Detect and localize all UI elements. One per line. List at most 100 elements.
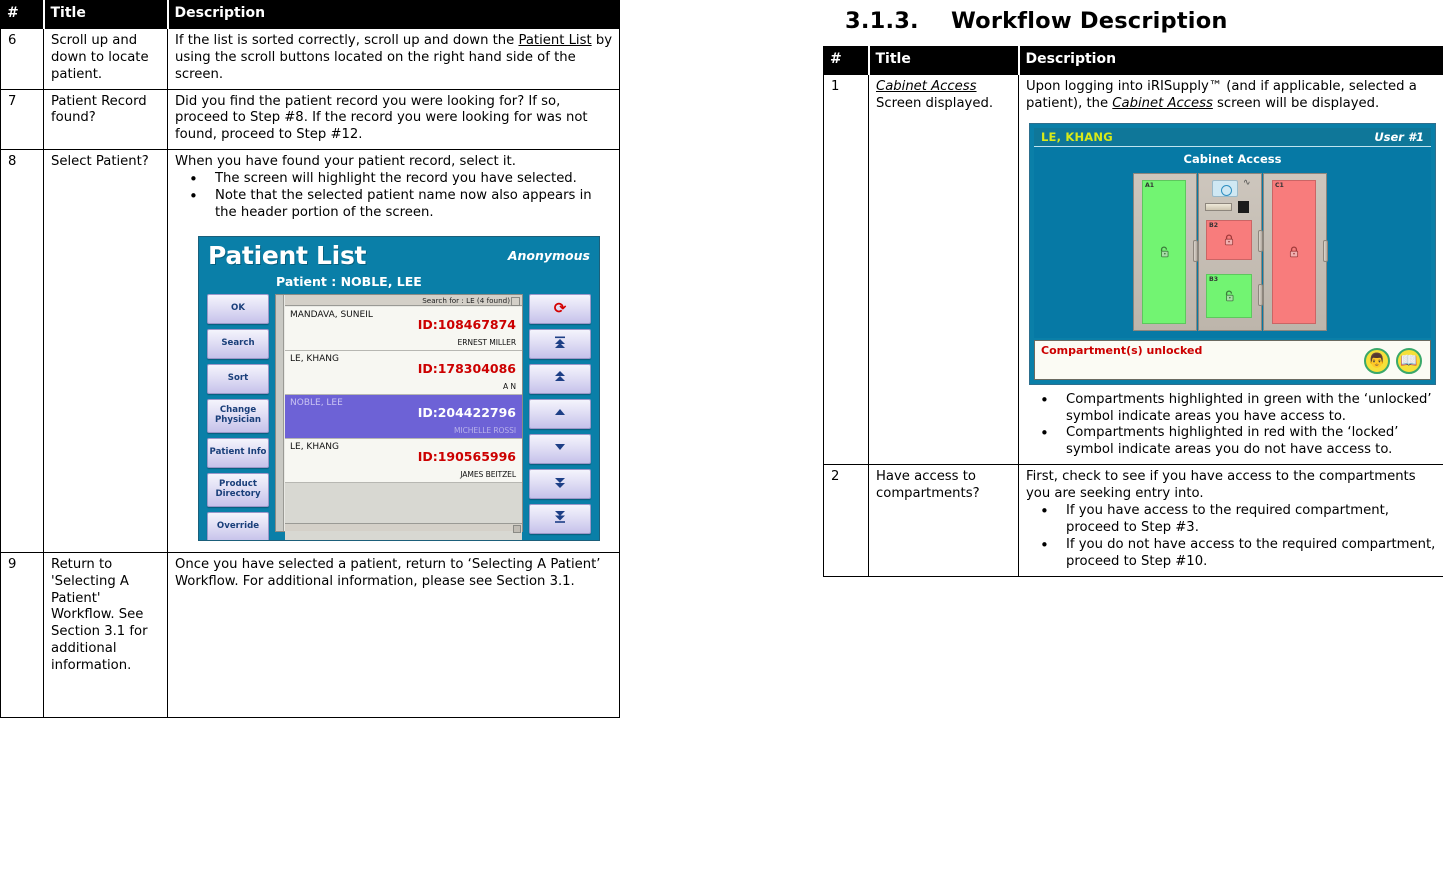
panel-display-icon (1212, 179, 1238, 197)
patient-list-selected-patient: Patient : NOBLE, LEE (276, 273, 422, 289)
compartment-b3[interactable]: B3 (1206, 273, 1252, 318)
cabinet-footer-icons: 👨 📖 (1364, 347, 1422, 374)
patient-physician: A N (503, 382, 516, 392)
patient-id: ID:178304086 (417, 360, 516, 376)
scroll-down-icon (553, 442, 567, 455)
cabinet-user-number: User #1 (1374, 129, 1424, 144)
ok-button[interactable]: OK (207, 293, 269, 324)
row-number: 1 (823, 73, 869, 466)
compartment-label: B3 (1209, 275, 1219, 283)
refresh-button[interactable]: ⟳ (529, 293, 591, 324)
patient-info-button[interactable]: Patient Info (207, 437, 269, 468)
compartment-label: B2 (1209, 221, 1219, 229)
locked-icon (1223, 233, 1236, 246)
compartment-b2[interactable]: B2 (1206, 219, 1252, 260)
scroll-down-button[interactable] (529, 433, 591, 464)
desc-text-pre: If the list is sorted correctly, scroll … (175, 32, 519, 48)
patient-list-panel[interactable]: Search for : LE (4 found) MANDAVA, SUNEI… (275, 293, 523, 540)
patient-row[interactable]: MANDAVA, SUNEIL ID:108467874 ERNEST MILL… (285, 306, 522, 351)
compartment-label: A1 (1145, 181, 1155, 189)
search-button[interactable]: Search (207, 328, 269, 359)
left-workflow-table: # Title Description 6 Scroll up and down… (0, 0, 620, 718)
cabinet-user-name: LE, KHANG (1041, 129, 1113, 144)
unlocked-icon (1223, 289, 1236, 302)
scroll-page-up-icon (553, 370, 567, 387)
compartment-a1[interactable]: A1 (1142, 179, 1186, 324)
list-item: Compartments highlighted in green with t… (1026, 391, 1436, 426)
desc-bullet-list: The screen will highlight the record you… (175, 170, 612, 222)
row-number: 6 (0, 27, 44, 90)
change-physician-button[interactable]: Change Physician (207, 398, 269, 433)
nurse-icon[interactable]: 👨 (1364, 347, 1390, 374)
cabinet-access-reference: Cabinet Access (876, 78, 977, 94)
compartment-c1[interactable]: C1 (1272, 179, 1316, 324)
row-title: Select Patient? (43, 149, 168, 553)
patient-row[interactable]: LE, KHANG ID:190565996 JAMES BEITZEL (285, 438, 522, 483)
cabinet-body: Cabinet Access A1 ∿ B2 B3 C1 (1034, 146, 1431, 338)
patient-list-user-label: Anonymous (507, 247, 590, 263)
desc-bullet-list: If you have access to the required compa… (1026, 502, 1436, 571)
row-number: 7 (0, 88, 44, 151)
locked-icon (1288, 245, 1301, 258)
unlocked-icon (1158, 245, 1171, 258)
document-page: # Title Description 6 Scroll up and down… (0, 0, 1443, 886)
table-row: 1 Cabinet Access Screen displayed. Upon … (823, 73, 1443, 466)
scroll-top-button[interactable] (529, 328, 591, 359)
panel-wave-icon: ∿ (1243, 177, 1251, 188)
row-description: Upon logging into iRISupply™ (and if app… (1018, 73, 1443, 466)
patient-rows: MANDAVA, SUNEIL ID:108467874 ERNEST MILL… (285, 306, 522, 540)
compartment-label: C1 (1275, 181, 1284, 189)
book-icon[interactable]: 📖 (1396, 347, 1422, 374)
patient-name: MANDAVA, SUNEIL (290, 309, 373, 320)
product-directory-button[interactable]: Product Directory (207, 472, 269, 507)
sort-button[interactable]: Sort (207, 363, 269, 394)
row-description: Did you find the patient record you were… (167, 88, 620, 151)
table-header-row: # Title Description (823, 46, 1443, 75)
empty-list-area (285, 482, 522, 540)
table-header-row: # Title Description (0, 0, 620, 29)
desc-bullet-list: Compartments highlighted in green with t… (1026, 391, 1436, 460)
column-header-number: # (0, 0, 45, 29)
list-item: If you have access to the required compa… (1026, 502, 1436, 537)
scroll-up-button[interactable] (529, 398, 591, 429)
row-number: 8 (0, 149, 44, 553)
scroll-up-icon (553, 407, 567, 420)
desc-text-post: screen will be displayed. (1212, 95, 1380, 111)
row-description: Once you have selected a patient, return… (167, 551, 620, 718)
list-item: Compartments highlighted in red with the… (1026, 424, 1436, 459)
horizontal-scrollbar[interactable] (285, 522, 522, 533)
patient-row[interactable]: LE, KHANG ID:178304086 A N (285, 350, 522, 395)
row-description: When you have found your patient record,… (167, 149, 620, 553)
cabinet-diagram: A1 ∿ B2 B3 C1 (1133, 172, 1329, 331)
patient-list-screenshot: Patient List Anonymous Patient : NOBLE, … (198, 235, 600, 541)
patient-name: LE, KHANG (290, 441, 339, 452)
status-badge: Compartment(s) unlocked (1041, 343, 1203, 357)
scroll-page-down-icon (553, 475, 567, 492)
patient-name: NOBLE, LEE (290, 397, 343, 408)
cabinet-access-screenshot: LE, KHANG User #1 Cabinet Access A1 ∿ B2… (1029, 122, 1436, 385)
list-gutter (276, 294, 284, 531)
table-row: 8 Select Patient? When you have found yo… (0, 149, 620, 553)
table-row: 7 Patient Record found? Did you find the… (0, 88, 620, 151)
patient-id: ID:108467874 (417, 316, 516, 332)
cabinet-status-bar: Compartment(s) unlocked 👨 📖 (1034, 339, 1431, 380)
scroll-page-up-button[interactable] (529, 363, 591, 394)
patient-name: LE, KHANG (290, 353, 339, 364)
row-title: Scroll up and down to locate patient. (43, 27, 168, 90)
scroll-top-icon (553, 335, 567, 352)
scroll-bottom-button[interactable] (529, 503, 591, 534)
column-header-description: Description (1018, 46, 1443, 75)
patient-id: ID:204422796 (417, 404, 516, 420)
list-item: If you do not have access to the require… (1026, 536, 1436, 571)
patient-physician: ERNEST MILLER (457, 338, 517, 348)
row-description: If the list is sorted correctly, scroll … (167, 27, 620, 90)
row-number: 2 (823, 464, 869, 577)
column-header-description: Description (167, 0, 620, 29)
list-item: Note that the selected patient name now … (175, 187, 612, 222)
row-number: 9 (0, 551, 44, 718)
patient-row-selected[interactable]: NOBLE, LEE ID:204422796 MICHELLE ROSSI (285, 394, 522, 439)
override-button[interactable]: Override (207, 511, 269, 540)
scroll-page-down-button[interactable] (529, 468, 591, 499)
refresh-icon: ⟳ (553, 299, 567, 318)
row-title-rest: Screen displayed. (876, 95, 994, 111)
